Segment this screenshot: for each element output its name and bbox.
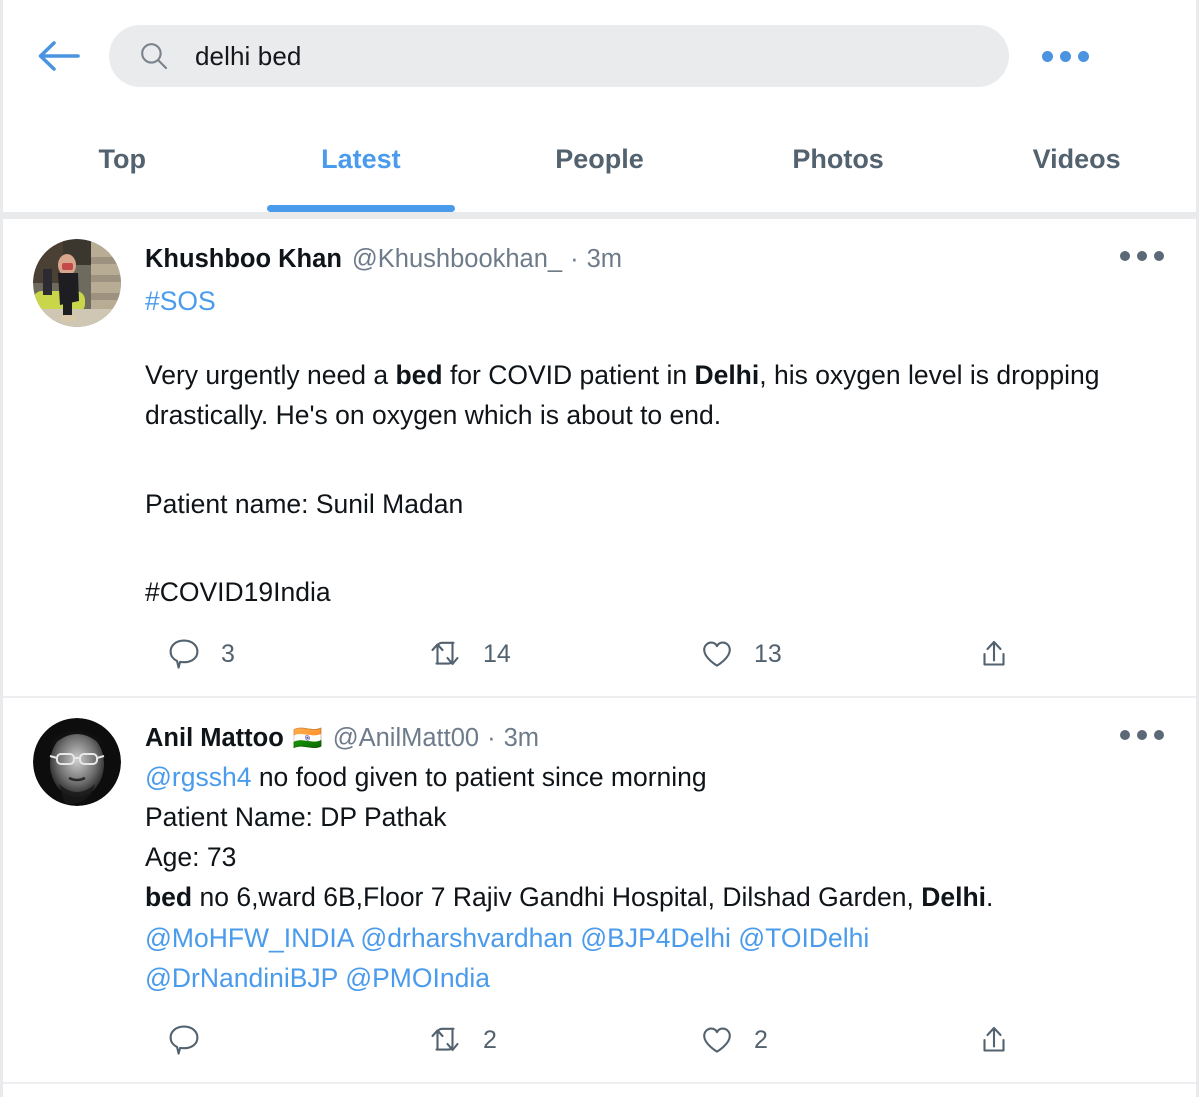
- like-count: 2: [754, 1025, 768, 1054]
- avatar[interactable]: [33, 239, 121, 327]
- mention-link[interactable]: @rgssh4: [145, 762, 251, 792]
- tweet-line-1: @rgssh4 no food given to patient since m…: [145, 757, 1170, 797]
- tweet-more-button[interactable]: [1120, 251, 1164, 261]
- more-horizontal-icon-dot-1: [1041, 50, 1053, 62]
- share-icon: [983, 1027, 1005, 1052]
- search-icon: [141, 43, 168, 70]
- tweet-text-part: no food given to patient since morning: [251, 761, 707, 792]
- tweet-timestamp[interactable]: 3m: [504, 722, 539, 755]
- tab-people-label: People: [555, 143, 644, 174]
- tweet-display-name[interactable]: Khushboo Khan: [145, 243, 342, 276]
- tweet-text-bold-delhi: Delhi: [694, 360, 760, 390]
- tweet-timestamp[interactable]: 3m: [587, 243, 622, 276]
- mention-links-row-2[interactable]: @DrNandiniBJP @PMOIndia: [145, 963, 490, 993]
- like-heart-icon: [703, 641, 731, 667]
- tab-latest-label: Latest: [321, 143, 401, 174]
- more-horizontal-icon-dot-2: [1137, 251, 1147, 261]
- tweet-item[interactable]: Anil Mattoo 🇮🇳 @AnilMatt00 · 3m @rgssh4 …: [3, 698, 1196, 1085]
- more-horizontal-icon-dot-1: [1120, 730, 1130, 741]
- tweet-separator: ·: [487, 724, 496, 753]
- avatar[interactable]: [33, 718, 121, 807]
- india-flag-icon: 🇮🇳: [292, 724, 323, 753]
- tweet-text-part: Very urgently need a: [145, 360, 396, 390]
- tab-videos-label: Videos: [1032, 143, 1121, 174]
- tweet-separator: ·: [570, 245, 579, 273]
- tweet-action-bar: 2 2: [145, 998, 1170, 1082]
- reply-button[interactable]: [167, 1023, 221, 1057]
- tweet-line-4: bed no 6,ward 6B,Floor 7 Rajiv Gandhi Ho…: [145, 877, 1170, 917]
- retweet-count: 2: [483, 1025, 497, 1054]
- retweet-icon: [431, 1028, 459, 1052]
- tweet-paragraph-1: Very urgently need a bed for COVID patie…: [145, 355, 1130, 436]
- tweet-text-bold-bed: bed: [145, 882, 193, 913]
- search-input[interactable]: delhi bed: [109, 25, 1009, 87]
- tweet-text-part: no 6,ward 6B,Floor 7 Rajiv Gandhi Hospit…: [192, 882, 922, 913]
- tweet-text: Very urgently need a bed for COVID patie…: [145, 355, 1130, 612]
- avatar-image: [33, 239, 121, 327]
- topbar-more-button[interactable]: [1035, 31, 1095, 81]
- like-button[interactable]: 2: [700, 1023, 768, 1057]
- tweet-more-button[interactable]: [1120, 730, 1164, 741]
- tab-videos[interactable]: Videos: [957, 112, 1196, 212]
- tab-photos-label: Photos: [792, 143, 884, 174]
- tweet-text: @rgssh4 no food given to patient since m…: [145, 757, 1170, 999]
- tab-top[interactable]: Top: [3, 112, 242, 212]
- reply-icon: [169, 1025, 199, 1055]
- tweet-hashtag-sos[interactable]: #SOS: [145, 282, 1170, 322]
- tweet-handle[interactable]: @AnilMatt00: [333, 722, 479, 755]
- more-horizontal-icon-dot-1: [1120, 251, 1130, 261]
- reply-count: 3: [221, 639, 235, 668]
- tweet-line-2: Patient Name: DP Pathak: [145, 801, 447, 832]
- share-button[interactable]: [977, 637, 1031, 671]
- tweet-item[interactable]: Khushboo Khan @Khushbookhan_ · 3m #SOS V…: [3, 219, 1196, 699]
- like-heart-icon: [703, 1027, 731, 1053]
- more-horizontal-icon-dot-3: [1154, 251, 1164, 261]
- more-horizontal-icon-dot-3: [1077, 50, 1089, 62]
- avatar-image: [33, 718, 121, 807]
- tab-photos[interactable]: Photos: [719, 112, 958, 212]
- tweet-text-bold-bed: bed: [395, 360, 443, 390]
- like-button[interactable]: 13: [700, 637, 782, 671]
- retweet-button[interactable]: 14: [427, 637, 511, 671]
- like-count: 13: [754, 639, 782, 668]
- tweet-paragraph-2: Patient name: Sunil Madan: [145, 488, 464, 519]
- tweet-handle[interactable]: @Khushbookhan_: [352, 243, 562, 276]
- back-arrow-icon: [38, 41, 80, 71]
- search-tabs: Top Latest People Photos Videos: [3, 112, 1196, 212]
- share-button[interactable]: [977, 1023, 1031, 1057]
- tweet-line-6: @DrNandiniBJP @PMOIndia: [145, 958, 1170, 998]
- tabs-divider: [3, 212, 1196, 219]
- hashtag-link[interactable]: #COVID19India: [145, 577, 331, 607]
- mention-links-row-1[interactable]: @MoHFW_INDIA @drharshvardhan @BJP4Delhi …: [145, 923, 869, 953]
- reply-icon: [169, 639, 199, 669]
- tweet-text-bold-delhi: Delhi: [921, 882, 987, 913]
- search-topbar: delhi bed: [3, 0, 1196, 112]
- tweet-text-part: .: [986, 882, 994, 913]
- tab-latest[interactable]: Latest: [242, 112, 481, 212]
- twitter-search-results-page: delhi bed Top Latest People Photos Video…: [0, 0, 1199, 1097]
- more-horizontal-icon-dot-2: [1059, 50, 1071, 62]
- retweet-button[interactable]: 2: [427, 1023, 497, 1057]
- retweet-icon: [431, 641, 459, 666]
- tweet-text-part: for COVID patient in: [442, 360, 695, 390]
- tweet-line-5: @MoHFW_INDIA @drharshvardhan @BJP4Delhi …: [145, 918, 1170, 958]
- tweet-header: Anil Mattoo 🇮🇳 @AnilMatt00 · 3m: [145, 722, 1170, 755]
- more-horizontal-icon-dot-2: [1137, 730, 1147, 741]
- tweet-action-bar: 3 14 13: [145, 612, 1170, 696]
- tab-top-label: Top: [98, 143, 147, 174]
- tweet-header: Khushboo Khan @Khushbookhan_ · 3m: [145, 243, 1170, 276]
- back-button[interactable]: [31, 28, 87, 84]
- retweet-count: 14: [483, 639, 511, 668]
- tweet-line-3: Age: 73: [145, 842, 237, 873]
- tweet-display-name[interactable]: Anil Mattoo: [145, 722, 284, 755]
- tab-people[interactable]: People: [480, 112, 719, 212]
- tweet-hashtag-covid19india[interactable]: #COVID19India: [145, 572, 1130, 612]
- reply-button[interactable]: 3: [167, 637, 235, 671]
- search-input-value[interactable]: delhi bed: [195, 41, 301, 72]
- more-horizontal-icon-dot-3: [1154, 730, 1164, 741]
- share-icon: [983, 641, 1005, 666]
